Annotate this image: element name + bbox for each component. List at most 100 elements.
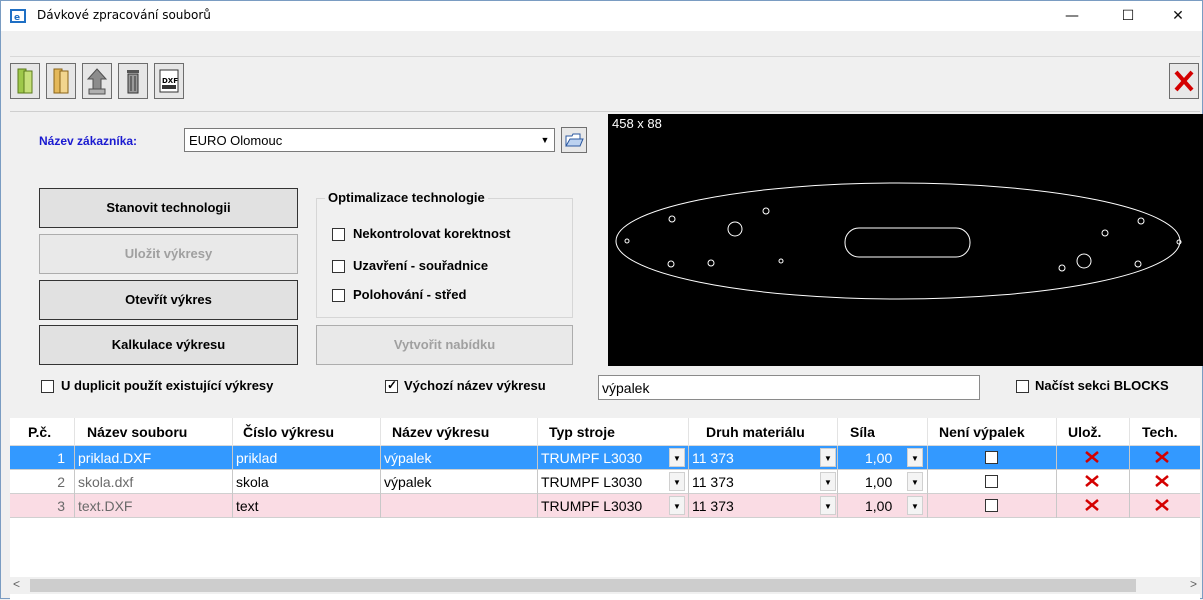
dxf-export-button[interactable]: DXF (154, 63, 184, 99)
col-header-drawing-number[interactable]: Číslo výkresu (243, 424, 334, 440)
minimize-button[interactable]: — (1049, 1, 1095, 31)
file-name-cell[interactable]: skola.dxf (78, 474, 133, 490)
close-window-button[interactable]: ✕ (1155, 1, 1201, 31)
use-existing-duplicates-checkbox[interactable] (41, 380, 54, 393)
browse-folder-button[interactable] (561, 127, 587, 153)
machine-type-cell[interactable]: TRUMPF L3030 (541, 474, 642, 490)
chevron-down-icon[interactable]: ▼ (669, 448, 685, 467)
column-divider (232, 418, 233, 446)
table-row[interactable]: 2 skola.dxf skola výpalek TRUMPF L3030 ▼ 11 37… (10, 470, 1200, 494)
col-header-number[interactable]: P.č. (28, 424, 51, 440)
default-drawing-name-input[interactable]: výpalek (598, 375, 980, 400)
cell-divider (1129, 446, 1130, 470)
save-status-x-icon[interactable] (1084, 497, 1100, 513)
table-row[interactable]: 1 priklad.DXF priklad výpalek TRUMPF L3030 ▼ 1… (10, 446, 1200, 470)
load-blocks-checkbox[interactable] (1016, 380, 1029, 393)
tech-status-x-icon[interactable] (1154, 473, 1170, 489)
not-burnout-checkbox[interactable] (985, 475, 998, 488)
col-header-machine-type[interactable]: Typ stroje (549, 424, 615, 440)
cell-divider (232, 494, 233, 518)
not-burnout-checkbox[interactable] (985, 499, 998, 512)
scroll-right-icon[interactable]: > (1190, 577, 1197, 591)
maximize-button[interactable]: ☐ (1105, 1, 1151, 31)
material-cell[interactable]: 11 373 (692, 498, 734, 514)
thickness-cell[interactable]: 1,00 (865, 498, 892, 514)
horizontal-scrollbar[interactable]: < > (10, 577, 1200, 594)
positioning-center-checkbox[interactable] (332, 289, 345, 302)
window-title: Dávkové zpracování souborů (37, 8, 211, 22)
col-header-thickness[interactable]: Síla (850, 424, 875, 440)
row-number: 2 (57, 474, 65, 490)
column-divider (380, 418, 381, 446)
folder-button[interactable] (46, 63, 76, 99)
chevron-down-icon[interactable]: ▼ (820, 448, 836, 467)
column-divider (688, 418, 689, 446)
chevron-down-icon[interactable]: ▼ (907, 496, 923, 515)
cell-divider (537, 494, 538, 518)
table-row[interactable]: 3 text.DXF text TRUMPF L3030 ▼ 11 373 ▼ 1,00 ▼ (10, 494, 1200, 518)
chevron-down-icon[interactable]: ▼ (538, 132, 552, 148)
drawing-name-cell[interactable]: výpalek (384, 474, 431, 490)
cell-divider (1056, 470, 1057, 494)
chevron-down-icon[interactable]: ▼ (669, 496, 685, 515)
delete-button[interactable] (118, 63, 148, 99)
machine-type-cell[interactable]: TRUMPF L3030 (541, 498, 642, 514)
close-tool-button[interactable] (1169, 63, 1199, 99)
save-status-x-icon[interactable] (1084, 473, 1100, 489)
material-cell[interactable]: 11 373 (692, 474, 734, 490)
cell-divider (688, 470, 689, 494)
toolbar: DXF (10, 61, 1200, 109)
machine-type-cell[interactable]: TRUMPF L3030 (541, 450, 642, 466)
divider (10, 56, 1200, 57)
open-drawing-button[interactable]: Otevřít výkres (39, 280, 298, 320)
drawing-number-cell[interactable]: priklad (236, 450, 277, 466)
file-name-cell[interactable]: text.DXF (78, 498, 132, 514)
not-burnout-checkbox[interactable] (985, 451, 998, 464)
scrollbar-thumb[interactable] (30, 579, 1136, 592)
col-header-file-name[interactable]: Název souboru (87, 424, 187, 440)
tech-status-x-icon[interactable] (1154, 449, 1170, 465)
create-offer-button[interactable]: Vytvořit nabídku (316, 325, 573, 365)
file-name-cell[interactable]: priklad.DXF (78, 450, 151, 466)
calculate-drawing-button[interactable]: Kalkulace výkresu (39, 325, 298, 365)
col-header-not-burnout[interactable]: Není výpalek (939, 424, 1025, 440)
optimization-title: Optimalizace technologie (325, 190, 488, 205)
title-bar: e Dávkové zpracování souborů — ☐ ✕ (1, 1, 1202, 31)
open-folder-button[interactable] (10, 63, 40, 99)
material-cell[interactable]: 11 373 (692, 450, 734, 466)
column-divider (1056, 418, 1057, 446)
recycle-button[interactable] (82, 63, 112, 99)
col-header-tech[interactable]: Tech. (1142, 424, 1178, 440)
customer-combobox[interactable]: EURO Olomouc ▼ (184, 128, 555, 152)
col-header-save[interactable]: Ulož. (1068, 424, 1101, 440)
drawing-number-cell[interactable]: skola (236, 474, 269, 490)
drawing-number-cell[interactable]: text (236, 498, 259, 514)
default-drawing-name-checkbox[interactable] (385, 378, 398, 393)
scroll-left-icon[interactable]: < (13, 577, 20, 591)
closure-coordinates-checkbox[interactable] (332, 260, 345, 273)
chevron-down-icon[interactable]: ▼ (669, 472, 685, 491)
customer-label: Název zákazníka: (39, 134, 138, 148)
chevron-down-icon[interactable]: ▼ (820, 472, 836, 491)
recycle-icon (86, 68, 108, 95)
row-number: 1 (57, 450, 65, 466)
thickness-cell[interactable]: 1,00 (865, 450, 892, 466)
determine-technology-button[interactable]: Stanovit technologii (39, 188, 298, 228)
chevron-down-icon[interactable]: ▼ (907, 472, 923, 491)
cell-divider (837, 446, 838, 470)
save-status-x-icon[interactable] (1084, 449, 1100, 465)
col-header-material[interactable]: Druh materiálu (706, 424, 805, 440)
save-drawings-button[interactable]: Uložit výkresy (39, 234, 298, 274)
customer-value: EURO Olomouc (189, 133, 283, 148)
col-header-drawing-name[interactable]: Název výkresu (392, 424, 489, 440)
chevron-down-icon[interactable]: ▼ (820, 496, 836, 515)
cell-divider (537, 470, 538, 494)
tech-status-x-icon[interactable] (1154, 497, 1170, 513)
drawing-name-cell[interactable]: výpalek (384, 450, 431, 466)
no-check-correctness-checkbox[interactable] (332, 228, 345, 241)
column-divider (537, 418, 538, 446)
default-drawing-name-label: Výchozí název výkresu (404, 378, 546, 393)
thickness-cell[interactable]: 1,00 (865, 474, 892, 490)
chevron-down-icon[interactable]: ▼ (907, 448, 923, 467)
divider (10, 111, 1200, 112)
